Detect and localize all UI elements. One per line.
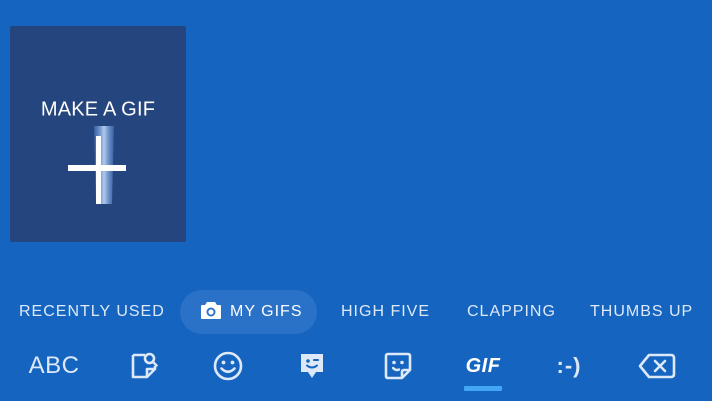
emoticon-label: :-) (556, 353, 582, 378)
abc-key[interactable]: ABC (22, 340, 86, 392)
category-recently-used[interactable]: RECENTLY USED (19, 290, 165, 334)
make-gif-label: MAKE A GIF (40, 98, 156, 121)
category-label: RECENTLY USED (19, 303, 165, 320)
category-clapping[interactable]: CLAPPING (467, 290, 556, 334)
sticker-icon (384, 352, 412, 380)
category-my-gifs[interactable]: MY GIFS (180, 290, 317, 334)
bitmoji-icon (301, 354, 323, 378)
plus-icon (68, 126, 126, 204)
camera-icon (201, 301, 221, 319)
category-label: THUMBS UP (590, 303, 694, 320)
selected-tab-indicator (464, 386, 502, 391)
category-label: HIGH FIVE (341, 303, 431, 320)
emoji-key[interactable] (208, 340, 248, 392)
emoticons-key[interactable]: :-) (546, 340, 592, 392)
make-gif-tile[interactable]: MAKE A GIF (10, 26, 186, 242)
sticker-key[interactable] (378, 340, 418, 392)
category-high-five[interactable]: HIGH FIVE (341, 290, 430, 334)
keyboard-bottom-bar: ABC GIF:-) (0, 340, 712, 401)
backspace-key[interactable] (634, 340, 680, 392)
backspace-icon (638, 353, 676, 379)
gif-key[interactable]: GIF (458, 340, 508, 392)
category-thumbs-up[interactable]: THUMBS UP (590, 290, 693, 334)
category-label: CLAPPING (467, 303, 556, 320)
search-sticker-icon (131, 352, 158, 379)
category-label: MY GIFS (230, 303, 303, 320)
search-sticker-key[interactable] (124, 340, 164, 392)
gif-category-strip: RECENTLY USED MY GIFS HIGH FIVE CLAPPING… (0, 290, 712, 334)
bitmoji-key[interactable] (292, 340, 332, 392)
abc-label: ABC (28, 352, 80, 379)
smiley-icon (213, 351, 243, 381)
gif-label: GIF (465, 354, 501, 377)
